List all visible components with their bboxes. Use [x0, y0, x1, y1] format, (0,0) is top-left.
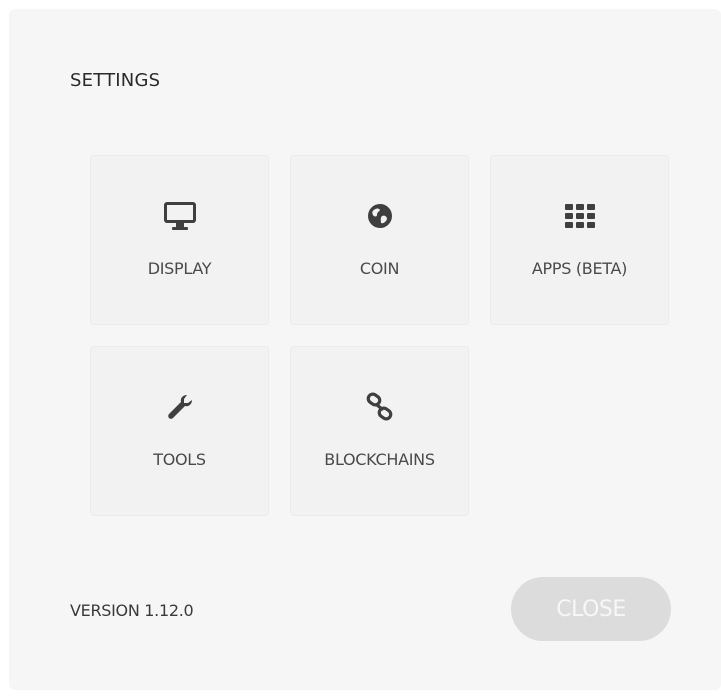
version-text: VERSION 1.12.0 [70, 601, 194, 620]
globe-icon [360, 196, 400, 236]
close-button[interactable]: CLOSE [511, 577, 671, 641]
tile-coin[interactable]: COIN [290, 155, 469, 325]
chain-link-icon [360, 387, 400, 427]
tile-tools-label: TOOLS [153, 450, 206, 469]
wrench-icon [160, 387, 200, 427]
tile-tools[interactable]: TOOLS [90, 346, 269, 516]
tile-display-label: DISPLAY [147, 259, 212, 278]
tile-display[interactable]: DISPLAY [90, 155, 269, 325]
grid-icon [560, 196, 600, 236]
settings-dialog: SETTINGS DISPLAY COIN APPS (BETA) TOOLS … [9, 9, 721, 690]
tile-apps-label: APPS (BETA) [531, 259, 628, 278]
monitor-icon [160, 196, 200, 236]
tile-blockchains-label: BLOCKCHAINS [324, 450, 435, 469]
tile-coin-label: COIN [359, 259, 400, 278]
dialog-title: SETTINGS [70, 70, 161, 91]
tile-apps[interactable]: APPS (BETA) [490, 155, 669, 325]
tile-blockchains[interactable]: BLOCKCHAINS [290, 346, 469, 516]
